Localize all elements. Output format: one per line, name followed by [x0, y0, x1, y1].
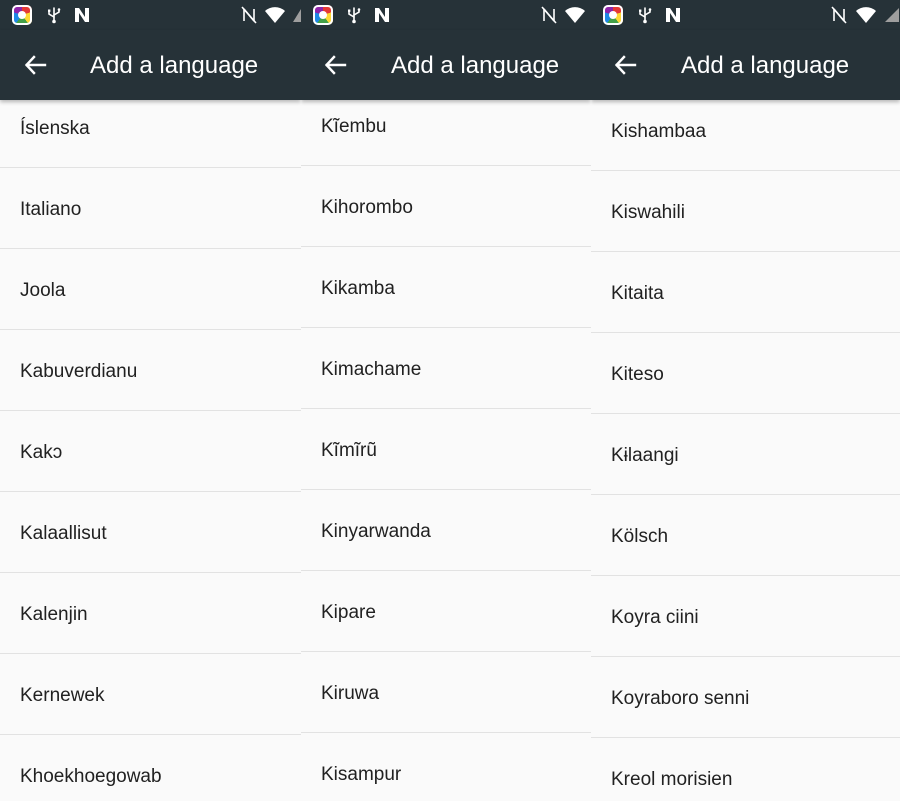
language-screen-2: Add a language Kĩembu Kihorombo Kikamba … — [301, 0, 591, 801]
list-item[interactable]: Kishambaa — [591, 90, 900, 171]
usb-icon — [639, 7, 652, 24]
list-item[interactable]: Kiteso — [591, 333, 900, 414]
screenshot-collage: Add a language Íslenska Italiano Joola K… — [0, 0, 900, 801]
app-icon — [12, 5, 32, 25]
app-bar: Add a language — [591, 30, 900, 100]
language-label: Kakɔ — [20, 442, 63, 463]
list-item[interactable]: Kipare — [301, 571, 591, 652]
language-label: Kölsch — [611, 526, 669, 547]
list-item[interactable]: Kernewek — [0, 654, 301, 735]
nfc-off-icon — [831, 6, 847, 24]
language-label: Kɨlaangi — [611, 445, 679, 466]
language-label: Italiano — [20, 199, 82, 220]
language-label: Khoekhoegowab — [20, 766, 162, 787]
list-item[interactable]: Kölsch — [591, 495, 900, 576]
language-label: Kiruwa — [321, 683, 380, 704]
signal-icon — [293, 9, 301, 22]
wifi-icon — [856, 7, 876, 23]
language-label: Kabuverdianu — [20, 361, 138, 382]
language-label: Kĩmĩrũ — [321, 440, 377, 461]
back-arrow-icon — [614, 55, 637, 75]
back-button[interactable] — [612, 51, 640, 79]
wifi-icon — [565, 7, 585, 23]
list-item[interactable]: Kihorombo — [301, 166, 591, 247]
app-bar: Add a language — [0, 30, 301, 100]
language-label: Kĩembu — [321, 116, 387, 137]
language-label: Koyra ciini — [611, 607, 699, 628]
list-item[interactable]: Kĩmĩrũ — [301, 409, 591, 490]
nfc-icon — [375, 8, 389, 22]
signal-icon — [885, 8, 899, 22]
language-label: Kishambaa — [611, 121, 707, 142]
language-label: Kernewek — [20, 685, 105, 706]
list-item[interactable]: Koyra ciini — [591, 576, 900, 657]
language-label: Kitaita — [611, 283, 664, 304]
language-label: Kalaallisut — [20, 523, 107, 544]
app-icon — [313, 5, 333, 25]
usb-icon — [348, 7, 361, 24]
language-label: Kimachame — [321, 359, 422, 380]
language-list: Kishambaa Kiswahili Kitaita Kiteso Kɨlaa… — [591, 90, 900, 801]
list-item[interactable]: Kisampur — [301, 733, 591, 801]
list-item[interactable]: Kakɔ — [0, 411, 301, 492]
back-button[interactable] — [322, 51, 350, 79]
language-label: Kikamba — [321, 278, 395, 299]
page-title: Add a language — [681, 52, 850, 79]
list-item[interactable]: Khoekhoegowab — [0, 735, 301, 801]
language-label: Íslenska — [20, 118, 90, 139]
language-label: Joola — [20, 280, 66, 301]
list-item[interactable]: Kreol morisien — [591, 738, 900, 801]
list-item[interactable]: Kalaallisut — [0, 492, 301, 573]
list-item[interactable]: Kinyarwanda — [301, 490, 591, 571]
list-item[interactable]: Kikamba — [301, 247, 591, 328]
list-item[interactable]: Kimachame — [301, 328, 591, 409]
app-icon — [603, 5, 623, 25]
list-item[interactable]: Italiano — [0, 168, 301, 249]
nfc-icon — [75, 8, 89, 22]
language-list: Kĩembu Kihorombo Kikamba Kimachame Kĩmĩr… — [301, 85, 591, 801]
language-label: Kiteso — [611, 364, 664, 385]
language-screen-3: Add a language Kishambaa Kiswahili Kitai… — [591, 0, 900, 801]
back-arrow-icon — [24, 55, 47, 75]
back-arrow-icon — [324, 55, 347, 75]
language-screen-1: Add a language Íslenska Italiano Joola K… — [0, 0, 301, 801]
app-bar: Add a language — [301, 30, 591, 100]
language-list: Íslenska Italiano Joola Kabuverdianu Kak… — [0, 87, 301, 801]
list-item[interactable]: Kiswahili — [591, 171, 900, 252]
nfc-off-icon — [241, 6, 257, 24]
list-item[interactable]: Kiruwa — [301, 652, 591, 733]
page-title: Add a language — [391, 52, 560, 79]
language-label: Kiswahili — [611, 202, 685, 223]
list-item[interactable]: Kalenjin — [0, 573, 301, 654]
status-bar — [0, 0, 301, 30]
wifi-icon — [265, 7, 285, 23]
language-label: Kipare — [321, 602, 376, 623]
list-item[interactable]: Kabuverdianu — [0, 330, 301, 411]
language-label: Kreol morisien — [611, 769, 733, 790]
language-label: Kinyarwanda — [321, 521, 431, 542]
list-item[interactable]: Joola — [0, 249, 301, 330]
list-item[interactable]: Kitaita — [591, 252, 900, 333]
list-item[interactable]: Kɨlaangi — [591, 414, 900, 495]
language-label: Kihorombo — [321, 197, 413, 218]
language-label: Kalenjin — [20, 604, 88, 625]
list-item[interactable]: Koyraboro senni — [591, 657, 900, 738]
nfc-icon — [666, 8, 680, 22]
nfc-off-icon — [541, 6, 557, 24]
back-button[interactable] — [22, 51, 50, 79]
status-bar — [301, 0, 591, 30]
status-bar — [591, 0, 900, 30]
language-label: Kisampur — [321, 764, 402, 785]
language-label: Koyraboro senni — [611, 688, 750, 709]
page-title: Add a language — [90, 52, 259, 79]
usb-icon — [48, 7, 61, 24]
